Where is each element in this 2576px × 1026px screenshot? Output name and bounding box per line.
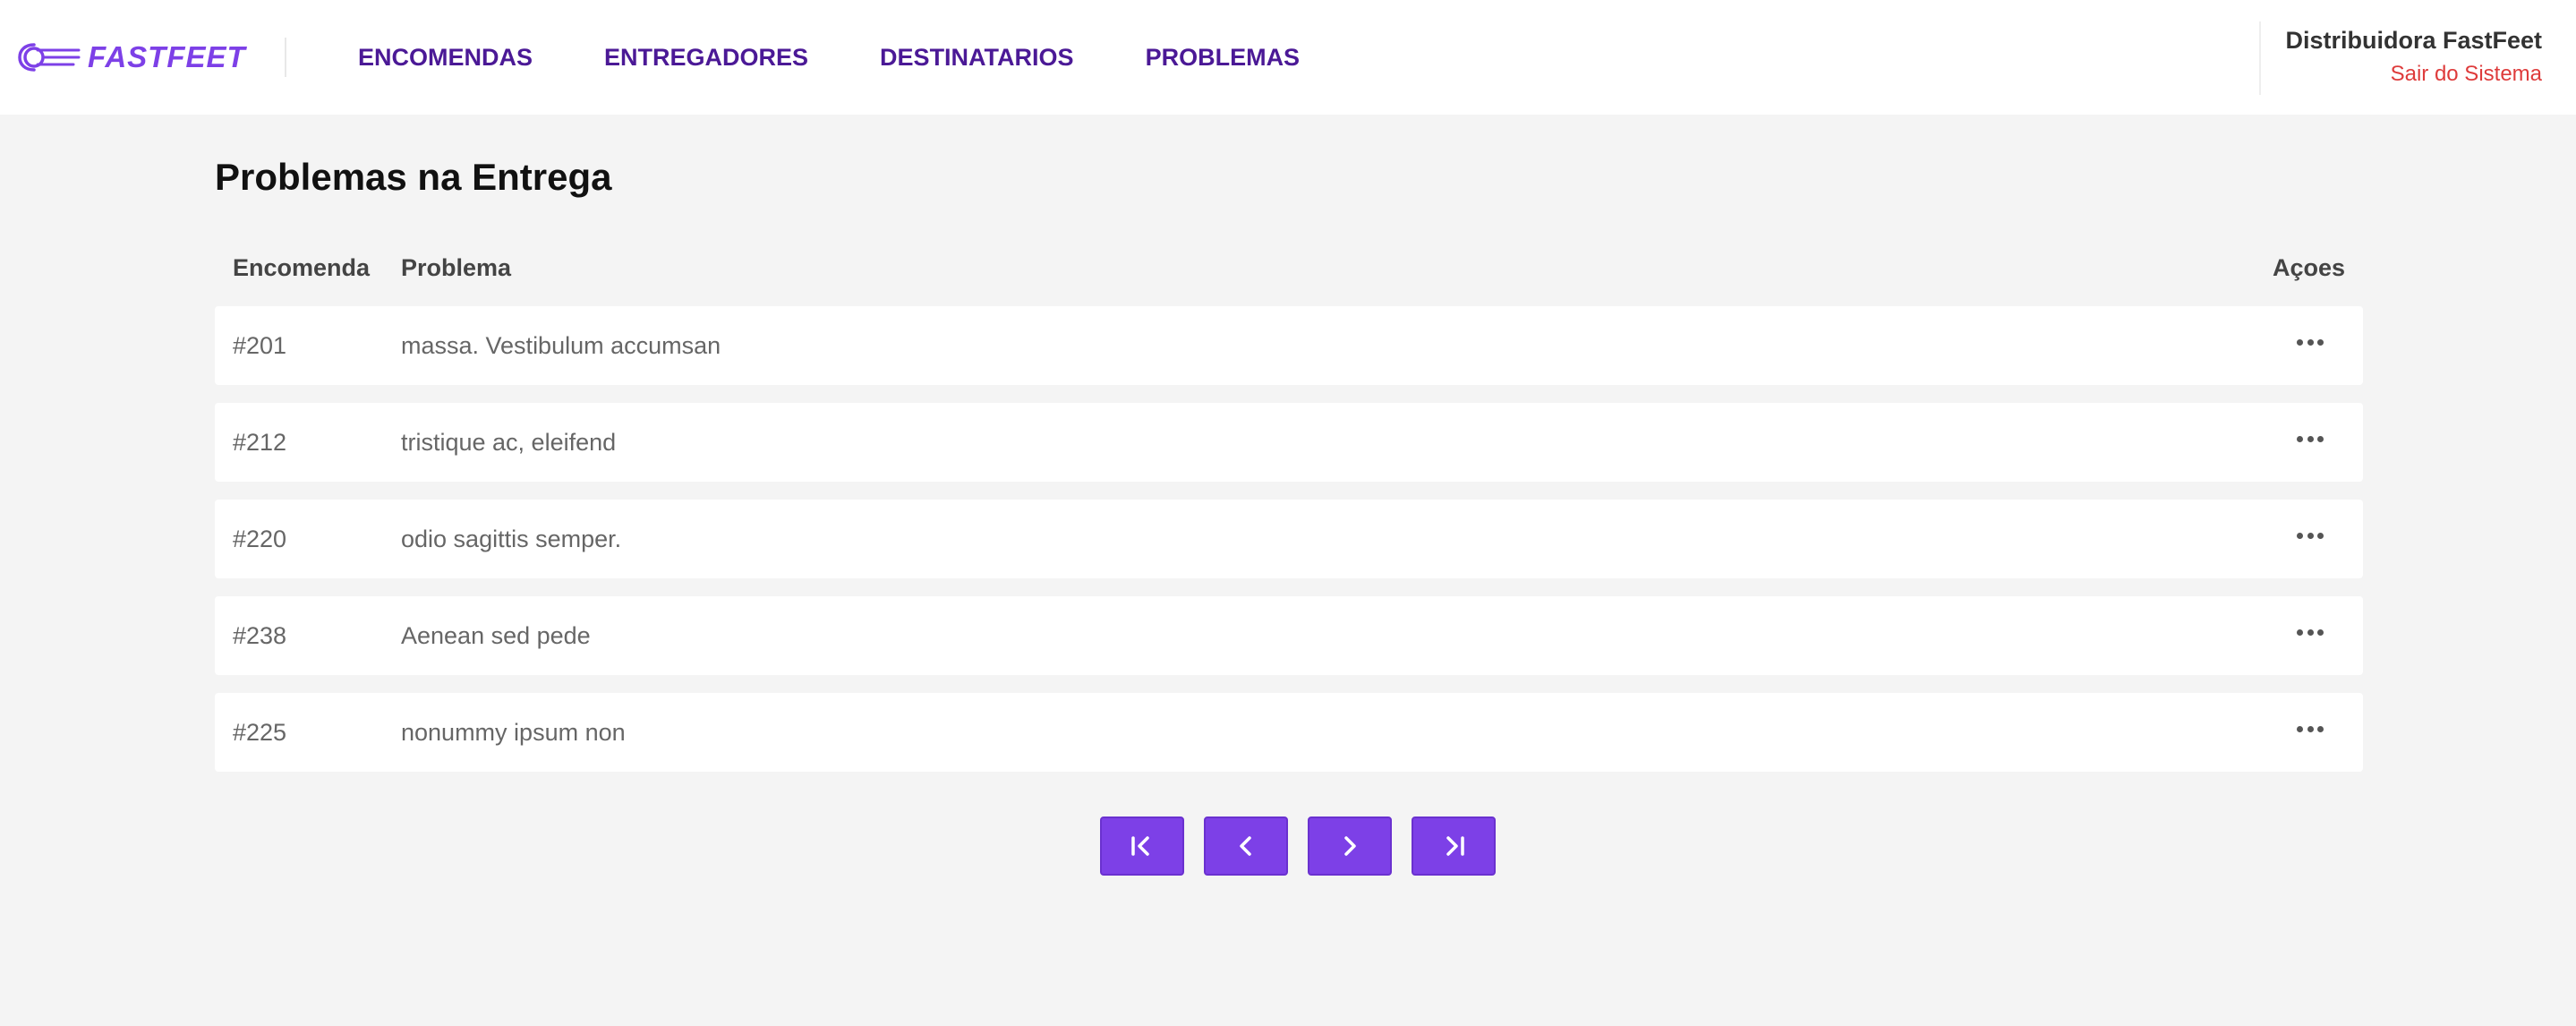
last-page-button[interactable] [1412,817,1496,876]
table-row: #238 Aenean sed pede [215,596,2363,675]
order-id: #212 [233,429,287,456]
more-actions-icon[interactable] [2297,526,2324,544]
more-actions-icon[interactable] [2297,623,2324,641]
last-page-icon [1446,836,1464,856]
more-actions-icon[interactable] [2297,430,2324,448]
table-row: #201 massa. Vestibulum accumsan [215,306,2363,385]
order-id: #220 [233,526,287,552]
page-title: Problemas na Entrega [215,156,612,198]
nav-item-problemas[interactable]: PROBLEMAS [1146,39,1301,75]
next-page-button[interactable] [1308,817,1392,876]
first-page-icon [1131,836,1149,856]
table-row: #212 tristique ac, eleifend [215,403,2363,482]
profile: Distribuidora FastFeet Sair do Sistema [2285,23,2542,91]
table-header: Encomenda Problema Açoes [215,254,2363,290]
problems-table: #201 massa. Vestibulum accumsan #212 tri… [215,306,2363,790]
problem-description: odio sagittis semper. [401,526,622,552]
order-id: #225 [233,719,287,746]
nav-item-encomendas[interactable]: ENCOMENDAS [358,39,533,75]
problem-description: tristique ac, eleifend [401,429,617,456]
first-page-button[interactable] [1100,817,1184,876]
table-row: #225 nonummy ipsum non [215,693,2363,772]
more-actions-icon[interactable] [2297,333,2324,351]
header-divider [285,38,286,77]
logout-link[interactable]: Sair do Sistema [2285,57,2542,91]
previous-page-button[interactable] [1204,817,1288,876]
nav-item-entregadores[interactable]: ENTREGADORES [604,39,808,75]
nav-item-destinatarios[interactable]: DESTINATARIOS [880,39,1074,75]
delivery-truck-icon [18,43,81,72]
column-header-acoes: Açoes [2272,254,2345,281]
previous-page-icon [1240,836,1251,856]
top-header: FASTFEET ENCOMENDAS ENTREGADORES DESTINA… [0,0,2576,115]
problem-description: nonummy ipsum non [401,719,626,746]
profile-name: Distribuidora FastFeet [2285,27,2542,54]
logo-text: FASTFEET [88,40,246,73]
order-id: #238 [233,622,287,649]
main-nav: ENCOMENDAS ENTREGADORES DESTINATARIOS PR… [358,39,1371,75]
table-row: #220 odio sagittis semper. [215,500,2363,578]
column-header-problema: Problema [401,254,512,281]
column-header-encomenda: Encomenda [233,254,371,281]
problem-description: Aenean sed pede [401,622,591,649]
header-divider-right [2259,21,2261,95]
problem-description: massa. Vestibulum accumsan [401,332,721,359]
order-id: #201 [233,332,287,359]
logo[interactable]: FASTFEET [16,34,246,81]
more-actions-icon[interactable] [2297,720,2324,738]
next-page-icon [1344,836,1356,856]
pagination [1100,817,1515,876]
